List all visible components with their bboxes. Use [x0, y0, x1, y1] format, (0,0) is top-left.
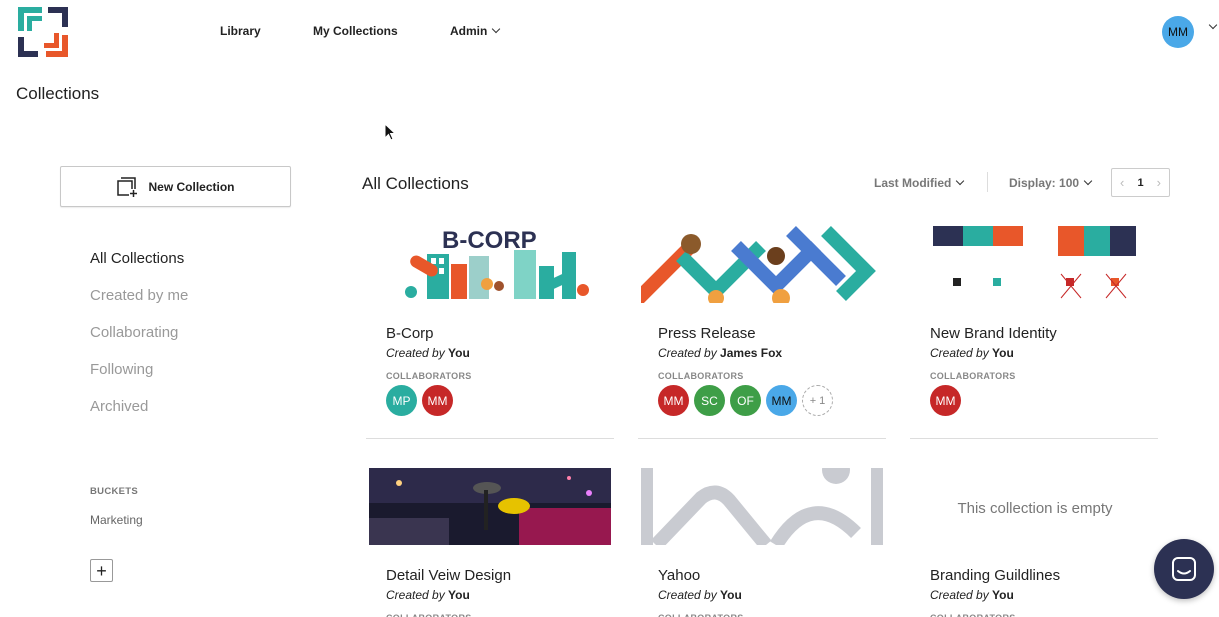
- sidebar-item-following[interactable]: Following: [90, 360, 188, 397]
- collection-creator: Created by You: [930, 346, 1014, 360]
- creator-name: James Fox: [720, 346, 783, 360]
- collaborator-avatar[interactable]: SC: [694, 385, 725, 416]
- collaborators-list: MP MM: [386, 385, 453, 416]
- collaborators-heading: COLLABORATORS: [930, 613, 1016, 617]
- created-by-label: Created by: [658, 588, 717, 602]
- toolbar-divider: [987, 172, 988, 192]
- sidebar-item-archived[interactable]: Archived: [90, 397, 188, 434]
- sidebar-nav: All Collections Created by me Collaborat…: [90, 249, 188, 434]
- chevron-left-icon[interactable]: ‹: [1120, 175, 1124, 190]
- collaborators-heading: COLLABORATORS: [658, 613, 744, 617]
- page-number: 1: [1137, 176, 1144, 189]
- nav-my-collections[interactable]: My Collections: [313, 24, 398, 38]
- thumb-text: B-CORP: [442, 227, 537, 254]
- collection-creator: Created by You: [386, 588, 470, 602]
- collection-title[interactable]: Yahoo: [658, 567, 700, 584]
- collaborators-heading: COLLABORATORS: [658, 371, 744, 381]
- collection-title[interactable]: New Brand Identity: [930, 325, 1057, 342]
- empty-collection-message: This collection is empty: [957, 500, 1113, 517]
- creator-name: You: [448, 346, 470, 360]
- mouse-cursor-icon: [384, 123, 396, 141]
- buckets-heading: BUCKETS: [90, 486, 139, 497]
- sort-dropdown[interactable]: Last Modified: [874, 176, 965, 190]
- sort-label: Last Modified: [874, 176, 952, 190]
- chat-launcher-button[interactable]: [1154, 539, 1214, 599]
- collection-title[interactable]: Press Release: [658, 325, 756, 342]
- page-title: Collections: [16, 84, 100, 103]
- collection-thumbnail[interactable]: B-CORP: [369, 226, 611, 303]
- creator-name: You: [992, 346, 1014, 360]
- nav-library[interactable]: Library: [220, 24, 261, 38]
- add-bucket-button[interactable]: +: [90, 559, 113, 582]
- nav-admin-label: Admin: [450, 24, 488, 38]
- creator-name: You: [448, 588, 470, 602]
- collection-thumbnail[interactable]: [369, 468, 611, 545]
- user-avatar[interactable]: MM: [1162, 16, 1194, 48]
- collaborator-avatar[interactable]: MM: [422, 385, 453, 416]
- nav-admin[interactable]: Admin: [450, 24, 501, 38]
- collection-thumbnail[interactable]: [641, 226, 883, 303]
- collaborators-list: MM SC OF MM + 1: [658, 385, 833, 416]
- chevron-down-icon: [492, 24, 501, 34]
- collection-thumbnail[interactable]: [641, 468, 883, 545]
- collection-creator: Created by You: [386, 346, 470, 360]
- collection-creator: Created by You: [930, 588, 1014, 602]
- collection-title[interactable]: Branding Guildlines: [930, 567, 1060, 584]
- collaborator-avatar[interactable]: MM: [766, 385, 797, 416]
- created-by-label: Created by: [386, 346, 445, 360]
- collaborator-avatar[interactable]: MM: [658, 385, 689, 416]
- collaborators-heading: COLLABORATORS: [930, 371, 1016, 381]
- display-count-dropdown[interactable]: Display: 100: [1009, 176, 1093, 190]
- card-divider: [638, 438, 886, 439]
- new-collection-label: New Collection: [148, 179, 235, 194]
- app-logo[interactable]: [16, 5, 70, 59]
- chat-icon: [1172, 557, 1196, 581]
- collaborator-avatar[interactable]: MP: [386, 385, 417, 416]
- created-by-label: Created by: [386, 588, 445, 602]
- collection-title[interactable]: Detail Veiw Design: [386, 567, 511, 584]
- chevron-right-icon[interactable]: ›: [1157, 175, 1161, 190]
- created-by-label: Created by: [930, 346, 989, 360]
- card-divider: [366, 438, 614, 439]
- collection-creator: Created by James Fox: [658, 346, 782, 360]
- creator-name: You: [992, 588, 1014, 602]
- collection-thumbnail[interactable]: [913, 226, 1155, 303]
- collaborators-heading: COLLABORATORS: [386, 613, 472, 617]
- new-collection-button[interactable]: New Collection: [60, 166, 291, 207]
- created-by-label: Created by: [930, 588, 989, 602]
- display-count-label: Display: 100: [1009, 176, 1080, 190]
- creator-name: You: [720, 588, 742, 602]
- chevron-down-icon[interactable]: [1208, 20, 1218, 30]
- chevron-down-icon: [1083, 176, 1093, 186]
- collaborators-list: MM: [930, 385, 961, 416]
- sidebar-item-all-collections[interactable]: All Collections: [90, 249, 188, 286]
- created-by-label: Created by: [658, 346, 717, 360]
- collaborators-heading: COLLABORATORS: [386, 371, 472, 381]
- more-collaborators-badge[interactable]: + 1: [802, 385, 833, 416]
- collaborator-avatar[interactable]: MM: [930, 385, 961, 416]
- collection-creator: Created by You: [658, 588, 742, 602]
- chevron-down-icon: [956, 176, 965, 186]
- pagination: ‹ 1 ›: [1111, 168, 1170, 197]
- collection-title[interactable]: B-Corp: [386, 325, 434, 342]
- bucket-item-marketing[interactable]: Marketing: [90, 513, 143, 527]
- collaborator-avatar[interactable]: OF: [730, 385, 761, 416]
- sidebar-item-collaborating[interactable]: Collaborating: [90, 323, 188, 360]
- sidebar-item-created-by-me[interactable]: Created by me: [90, 286, 188, 323]
- collections-heading: All Collections: [362, 174, 469, 193]
- new-collection-icon: [117, 176, 139, 198]
- card-divider: [910, 438, 1158, 439]
